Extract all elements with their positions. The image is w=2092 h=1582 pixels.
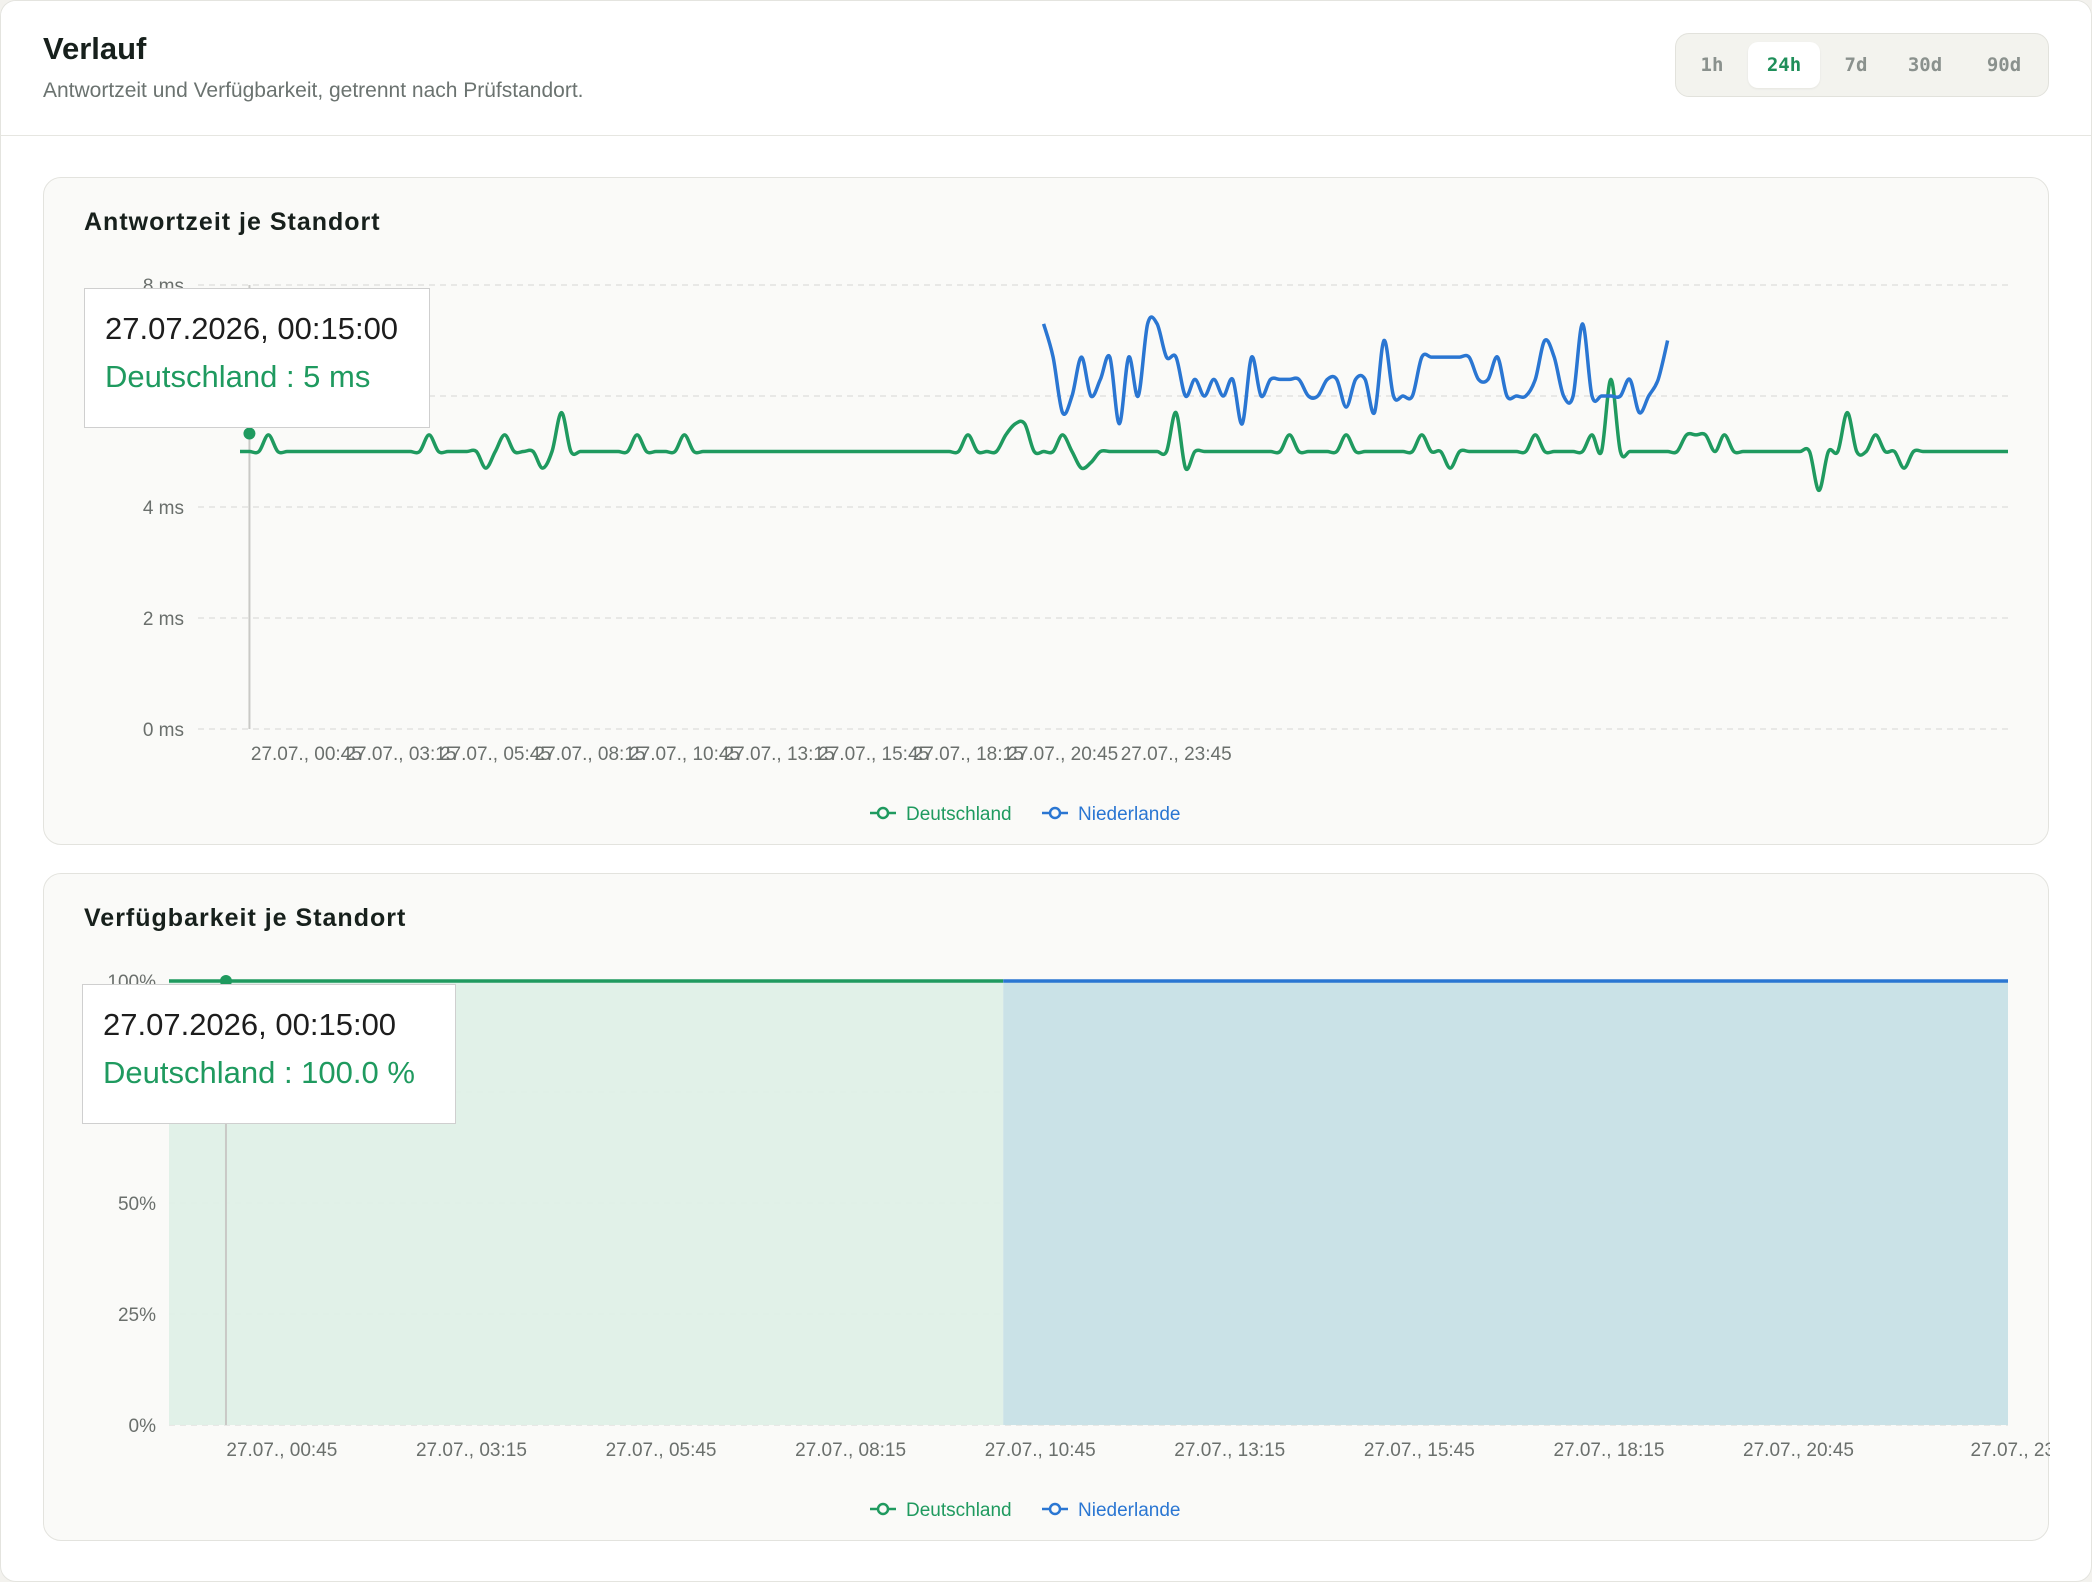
series-line-niederlande [1041, 315, 1670, 426]
legend-marker [876, 1502, 890, 1516]
tooltip-value: Deutschland : 100.0 % [103, 1055, 415, 1090]
y-tick-label: 0% [129, 1416, 157, 1437]
legend-marker [1048, 806, 1062, 820]
hover-point [243, 427, 256, 440]
availability-chart: 0%25%50%100%27.07., 00:45 27.07., 03:15 27… [107, 972, 2050, 1521]
y-tick-label: 0 ms [143, 720, 184, 741]
x-tick-label: 27.07., 10:45 [985, 1440, 1096, 1461]
range-90d-button[interactable]: 90d [1968, 42, 2040, 88]
page-title: Verlauf [43, 31, 147, 66]
response-time-card: Antwortzeit je Standort 0 ms 2 ms 4 ms 8 ms… [43, 177, 2049, 845]
page-subtitle: Antwortzeit und Verfügbarkeit, getrennt … [43, 79, 584, 102]
x-tick-label: 27.07., 20:45 [1007, 744, 1118, 765]
availability-card: Verfügbarkeit je Standort 0% 25% 50% 100% 27… [43, 873, 2050, 1541]
legend-marker [1048, 1502, 1062, 1516]
response-time-tooltip: 27.07.2026, 00:15:00 Deutschland : 5 ms [84, 288, 430, 428]
x-tick-label: 27.07., 05:45 [606, 1440, 717, 1461]
x-tick-label: 27.07., 23:45 [1121, 744, 1232, 765]
x-tick-label: 27.07., 18:15 [1553, 1440, 1664, 1461]
range-24h-button[interactable]: 24h [1748, 42, 1820, 88]
legend-label-niederlande: Niederlande [1078, 1500, 1180, 1521]
time-range-selector: 1h 24h 7d 30d 90d [1675, 33, 2049, 97]
area-fill-niederlande [1003, 981, 2008, 1425]
history-panel: Verlauf Antwortzeit und Verfügbarkeit, g… [0, 0, 2092, 1582]
x-tick-label: 27.07., 13:15 [1174, 1440, 1285, 1461]
x-tick-label: 27.07., 23:45 [1971, 1440, 2050, 1461]
y-tick-label: 25% [118, 1305, 156, 1326]
legend-label-deutschland: Deutschland [906, 804, 1012, 825]
x-tick-label: 27.07., 15:45 [1364, 1440, 1475, 1461]
x-tick-label: 27.07., 08:15 [795, 1440, 906, 1461]
x-tick-label: 27.07., 03:15 [416, 1440, 527, 1461]
legend-marker [876, 806, 890, 820]
tooltip-date: 27.07.2026, 00:15:00 [103, 1007, 397, 1042]
range-30d-button[interactable]: 30d [1892, 42, 1958, 88]
y-tick-label: 2 ms [143, 609, 184, 630]
y-tick-label: 50% [118, 1194, 156, 1215]
y-tick-label: 4 ms [143, 498, 184, 519]
tooltip-value: Deutschland : 5 ms [105, 359, 371, 394]
range-7d-button[interactable]: 7d [1830, 42, 1882, 88]
x-tick-label: 27.07., 00:45 [226, 1440, 337, 1461]
availability-tooltip: 27.07.2026, 00:15:00 Deutschland : 100.0… [82, 984, 456, 1124]
legend-label-deutschland: Deutschland [906, 1500, 1012, 1521]
tooltip-date: 27.07.2026, 00:15:00 [105, 311, 399, 346]
response-time-chart: 0 ms2 ms4 ms8 ms27.07., 00:4527.07., 03:… [143, 276, 2008, 825]
x-tick-label: 27.07., 20:45 [1743, 1440, 1854, 1461]
panel-header: Verlauf Antwortzeit und Verfügbarkeit, g… [1, 1, 2091, 136]
legend-label-niederlande: Niederlande [1078, 804, 1180, 825]
range-1h-button[interactable]: 1h [1686, 42, 1738, 88]
